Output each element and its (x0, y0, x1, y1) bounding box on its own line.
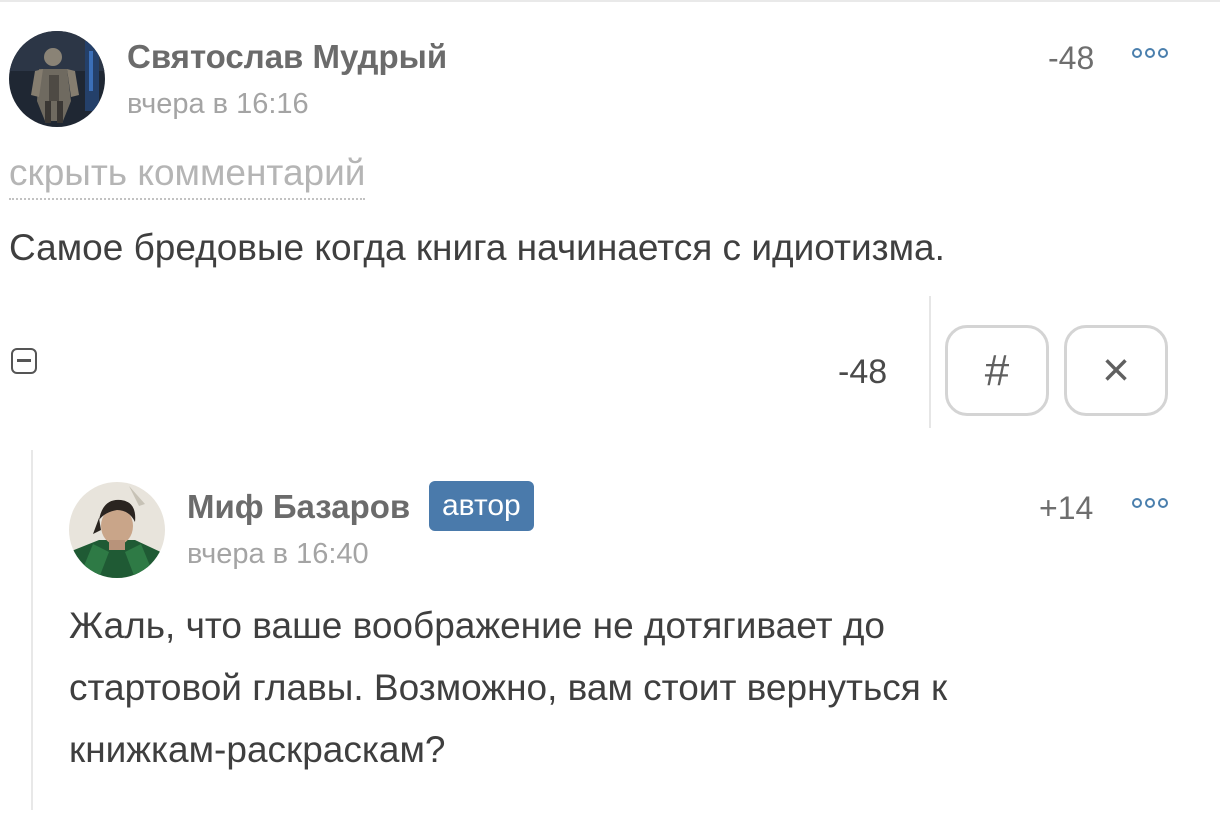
comment-time[interactable]: вчера в 16:16 (127, 88, 309, 121)
more-dots-icon[interactable] (1132, 498, 1168, 508)
reply-time[interactable]: вчера в 16:40 (187, 538, 369, 571)
top-divider (0, 0, 1220, 2)
reply-thread-line (31, 450, 33, 810)
action-separator (929, 296, 931, 428)
close-button[interactable]: × (1064, 325, 1168, 416)
reply-text-line: стартовой главы. Возможно, вам стоит вер… (69, 667, 948, 708)
hash-button[interactable]: # (945, 325, 1049, 416)
comment-footer-score: -48 (838, 353, 888, 391)
reply-text-line: Жаль, что ваше воображение не дотягивает… (69, 605, 885, 646)
hash-label: # (984, 345, 1010, 395)
author-badge: автор (429, 481, 534, 531)
collapse-minus-icon[interactable] (11, 348, 37, 374)
avatar[interactable] (9, 31, 105, 127)
reply-avatar[interactable] (69, 482, 165, 578)
hide-comment-link[interactable]: скрыть комментарий (9, 152, 366, 200)
comment-text: Самое бредовые когда книга начинается с … (9, 227, 945, 268)
warrior-avatar-icon (9, 31, 105, 127)
hero-avatar-icon (69, 482, 165, 578)
reply-score: +14 (1039, 490, 1094, 526)
reply-author[interactable]: Миф Базаров (187, 488, 410, 526)
reply-text-line: книжкам-раскраскам? (69, 729, 446, 770)
more-dots-icon[interactable] (1132, 48, 1168, 58)
close-icon: × (1101, 344, 1131, 397)
comment-score: -48 (1048, 40, 1095, 76)
comment-author[interactable]: Святослав Мудрый (127, 38, 447, 76)
